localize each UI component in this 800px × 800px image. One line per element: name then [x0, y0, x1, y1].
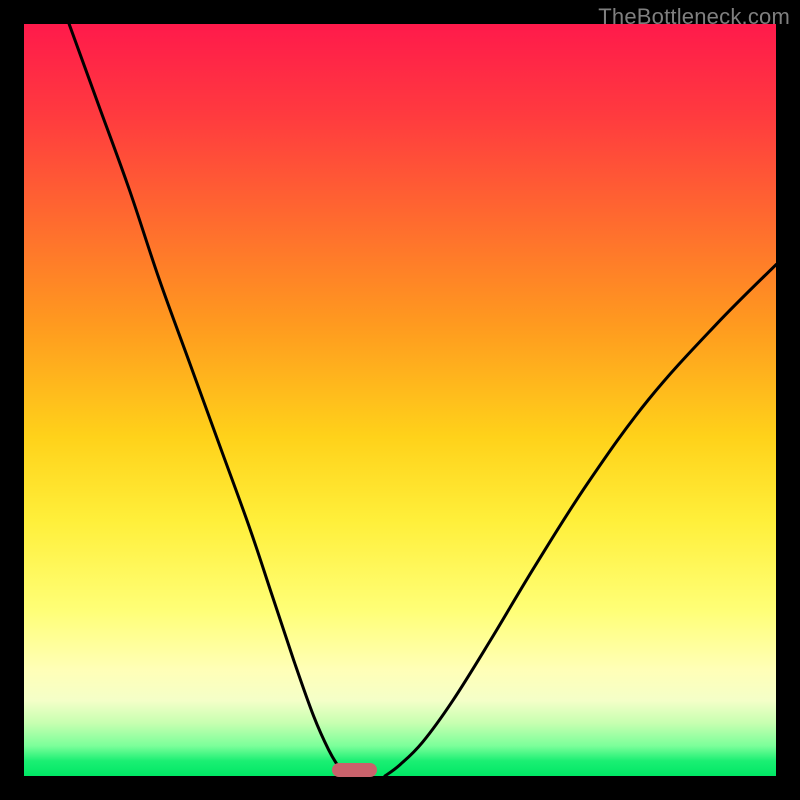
right-curve	[385, 265, 776, 776]
left-curve	[69, 24, 347, 776]
plot-area	[24, 24, 776, 776]
curve-layer	[24, 24, 776, 776]
bottleneck-marker	[332, 763, 377, 777]
chart-frame: TheBottleneck.com	[0, 0, 800, 800]
